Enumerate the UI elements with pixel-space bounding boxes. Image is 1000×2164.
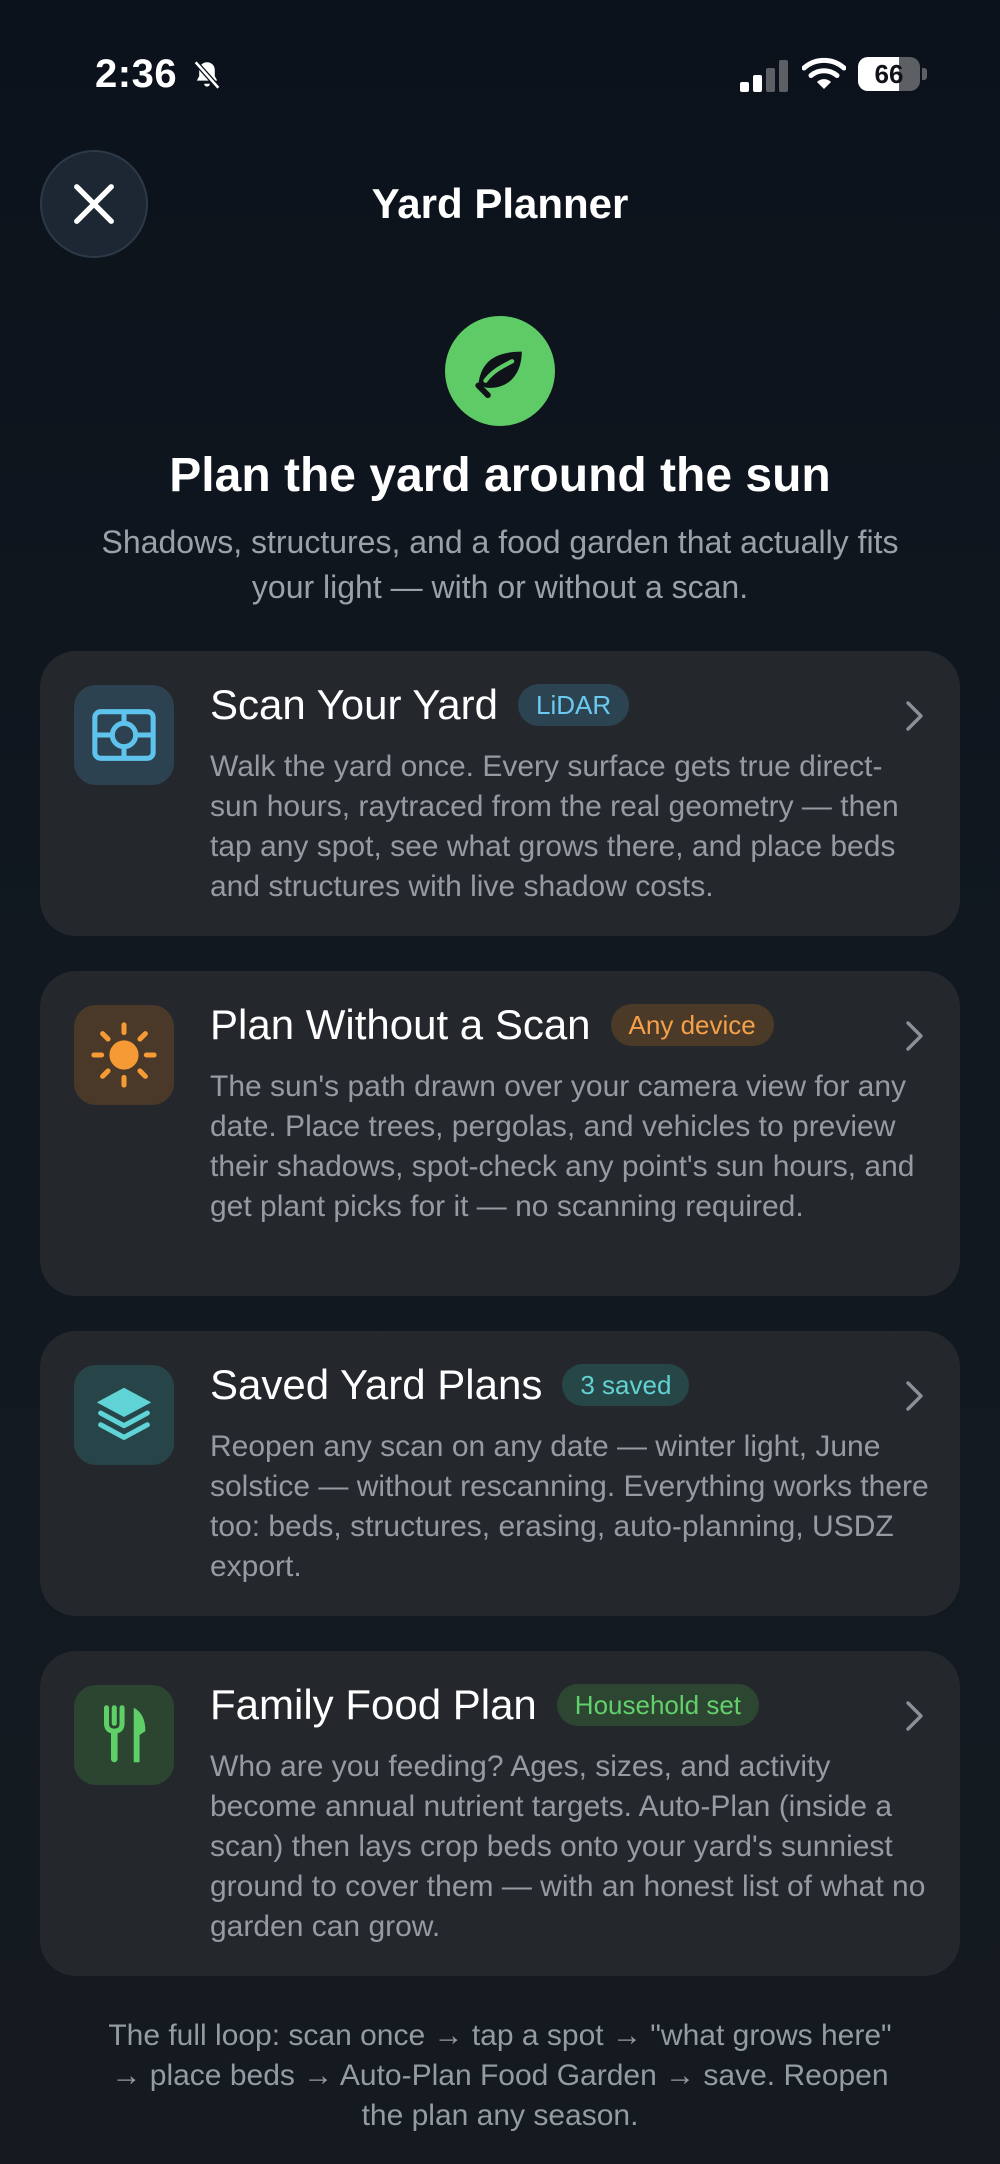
yard-planner-screen: 2:36 66 Yard Planner Plan the yard aroun… bbox=[0, 0, 1000, 2164]
chevron-right-icon bbox=[906, 1701, 923, 1731]
layers-icon bbox=[74, 1365, 174, 1465]
plan-without-scan-card[interactable]: Plan Without a Scan Any device The sun's… bbox=[40, 971, 960, 1296]
fork-knife-icon bbox=[74, 1685, 174, 1785]
chevron-right-icon bbox=[906, 701, 923, 731]
cellular-signal-icon bbox=[740, 60, 788, 92]
nav-title: Yard Planner bbox=[371, 180, 629, 227]
wifi-icon bbox=[802, 57, 846, 89]
status-time: 2:36 bbox=[95, 52, 178, 96]
household-badge: Household set bbox=[556, 1684, 760, 1726]
saved-count-badge: 3 saved bbox=[562, 1364, 690, 1406]
card-description: Walk the yard once. Every surface gets t… bbox=[210, 750, 899, 903]
scan-frame-icon bbox=[74, 685, 174, 785]
scan-your-yard-card[interactable]: Scan Your Yard LiDAR Walk the yard once.… bbox=[40, 651, 960, 936]
card-description: Reopen any scan on any date — winter lig… bbox=[210, 1430, 929, 1583]
hero-subtitle: Shadows, structures, and a food garden t… bbox=[101, 524, 899, 605]
chevron-right-icon bbox=[906, 1381, 923, 1411]
card-description: The sun's path drawn over your camera vi… bbox=[210, 1070, 915, 1223]
workflow-footer-note: The full loop: scan once → tap a spot → … bbox=[108, 2019, 892, 2132]
sun-icon bbox=[74, 1005, 174, 1105]
card-title: Saved Yard Plans bbox=[210, 1361, 543, 1408]
battery-percent: 66 bbox=[874, 59, 904, 89]
bell-slash-icon bbox=[193, 60, 221, 90]
card-title: Family Food Plan bbox=[210, 1681, 537, 1728]
card-title: Scan Your Yard bbox=[210, 681, 499, 728]
card-description: Who are you feeding? Ages, sizes, and ac… bbox=[210, 1750, 926, 1943]
card-title: Plan Without a Scan bbox=[210, 1001, 591, 1048]
lidar-badge: LiDAR bbox=[518, 684, 630, 726]
battery-icon: 66 bbox=[858, 57, 928, 91]
hero-title: Plan the yard around the sun bbox=[169, 449, 831, 502]
chevron-right-icon bbox=[906, 1021, 923, 1051]
saved-yard-plans-card[interactable]: Saved Yard Plans 3 saved Reopen any scan… bbox=[40, 1331, 960, 1616]
leaf-icon bbox=[445, 316, 555, 426]
any-device-badge: Any device bbox=[610, 1004, 774, 1046]
family-food-plan-card[interactable]: Family Food Plan Household set Who are y… bbox=[40, 1651, 960, 1976]
